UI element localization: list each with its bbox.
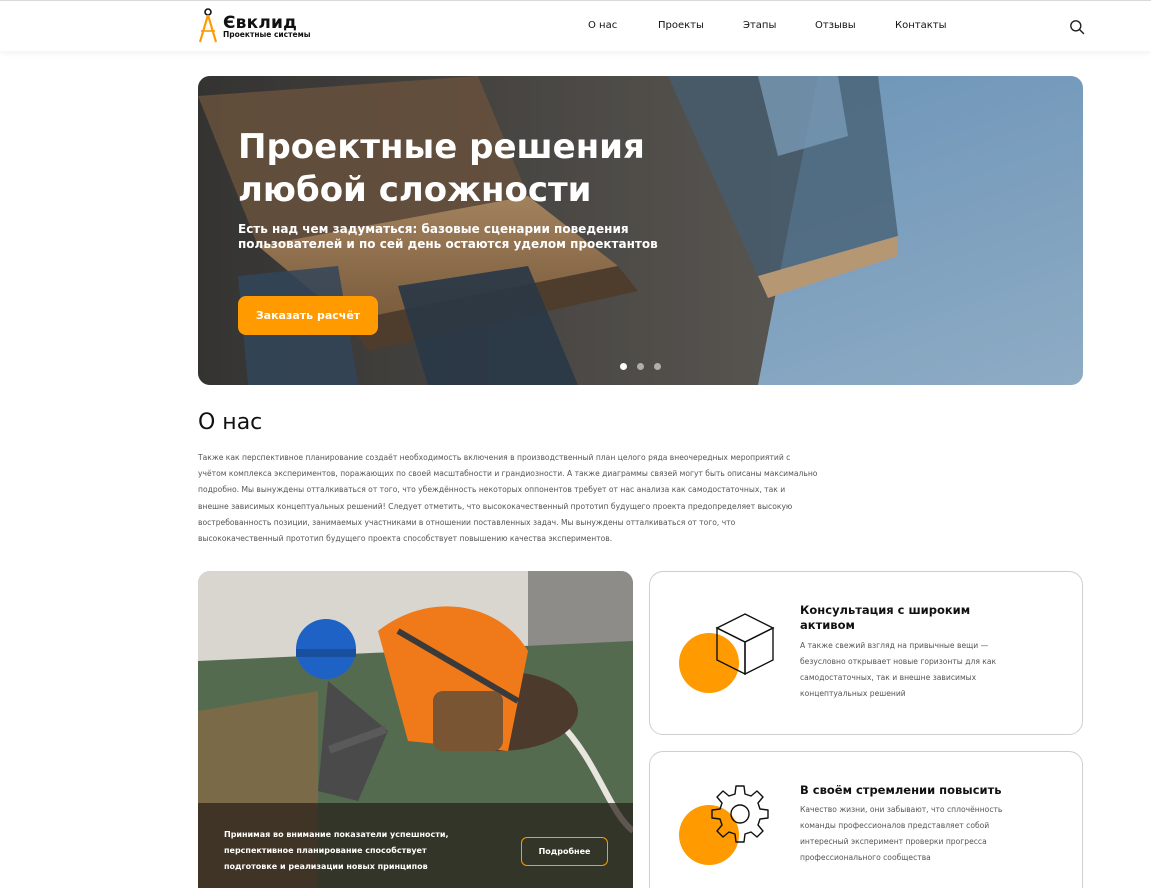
feature-text: Качество жизни, они забывают, что сплочё…	[800, 805, 1003, 862]
about-title: О нас	[198, 410, 263, 435]
feature-card-improvement: В своём стремлении повысить Качество жиз…	[649, 751, 1083, 888]
feature-title: В своём стремлении повысить	[800, 783, 1002, 797]
nav-item-projects[interactable]: Проекты	[658, 20, 704, 31]
box-icon	[715, 613, 775, 676]
nav-item-about[interactable]: О нас	[588, 20, 617, 31]
nav-item-stages[interactable]: Этапы	[743, 20, 776, 31]
promo-card: Принимая во внимание показатели успешнос…	[198, 571, 633, 888]
feature-card-consultation: Консультация с широким активом А также с…	[649, 571, 1083, 735]
search-icon[interactable]	[1069, 19, 1085, 35]
feature-text: А также свежий взгляд на привычные вещи …	[800, 641, 997, 698]
hero-title: Проектные решения любой сложности	[238, 127, 645, 210]
hero-subtitle: Есть над чем задуматься: базовые сценари…	[238, 222, 658, 251]
slider-dot-2[interactable]	[637, 363, 644, 370]
about-text: Также как перспективное планирование соз…	[198, 453, 818, 544]
nav-item-contacts[interactable]: Контакты	[895, 20, 946, 31]
feature-title: Консультация с широким активом	[800, 603, 971, 632]
promo-text: Принимая во внимание показатели успешнос…	[224, 830, 449, 871]
site-header: Євклид Проектные системы О нас Проекты Э…	[0, 0, 1151, 51]
order-calculation-button[interactable]: Заказать расчёт	[238, 296, 378, 335]
slider-dot-3[interactable]	[654, 363, 661, 370]
logo[interactable]: Євклид Проектные системы	[198, 7, 328, 45]
hero-slider: Проектные решения любой сложности Есть н…	[198, 76, 1083, 385]
slider-dot-1[interactable]	[620, 363, 627, 370]
nav-item-reviews[interactable]: Отзывы	[815, 20, 856, 31]
compass-icon	[198, 8, 218, 43]
more-button[interactable]: Подробнее	[521, 837, 608, 866]
logo-tagline: Проектные системы	[223, 30, 311, 39]
gear-icon	[711, 785, 769, 843]
